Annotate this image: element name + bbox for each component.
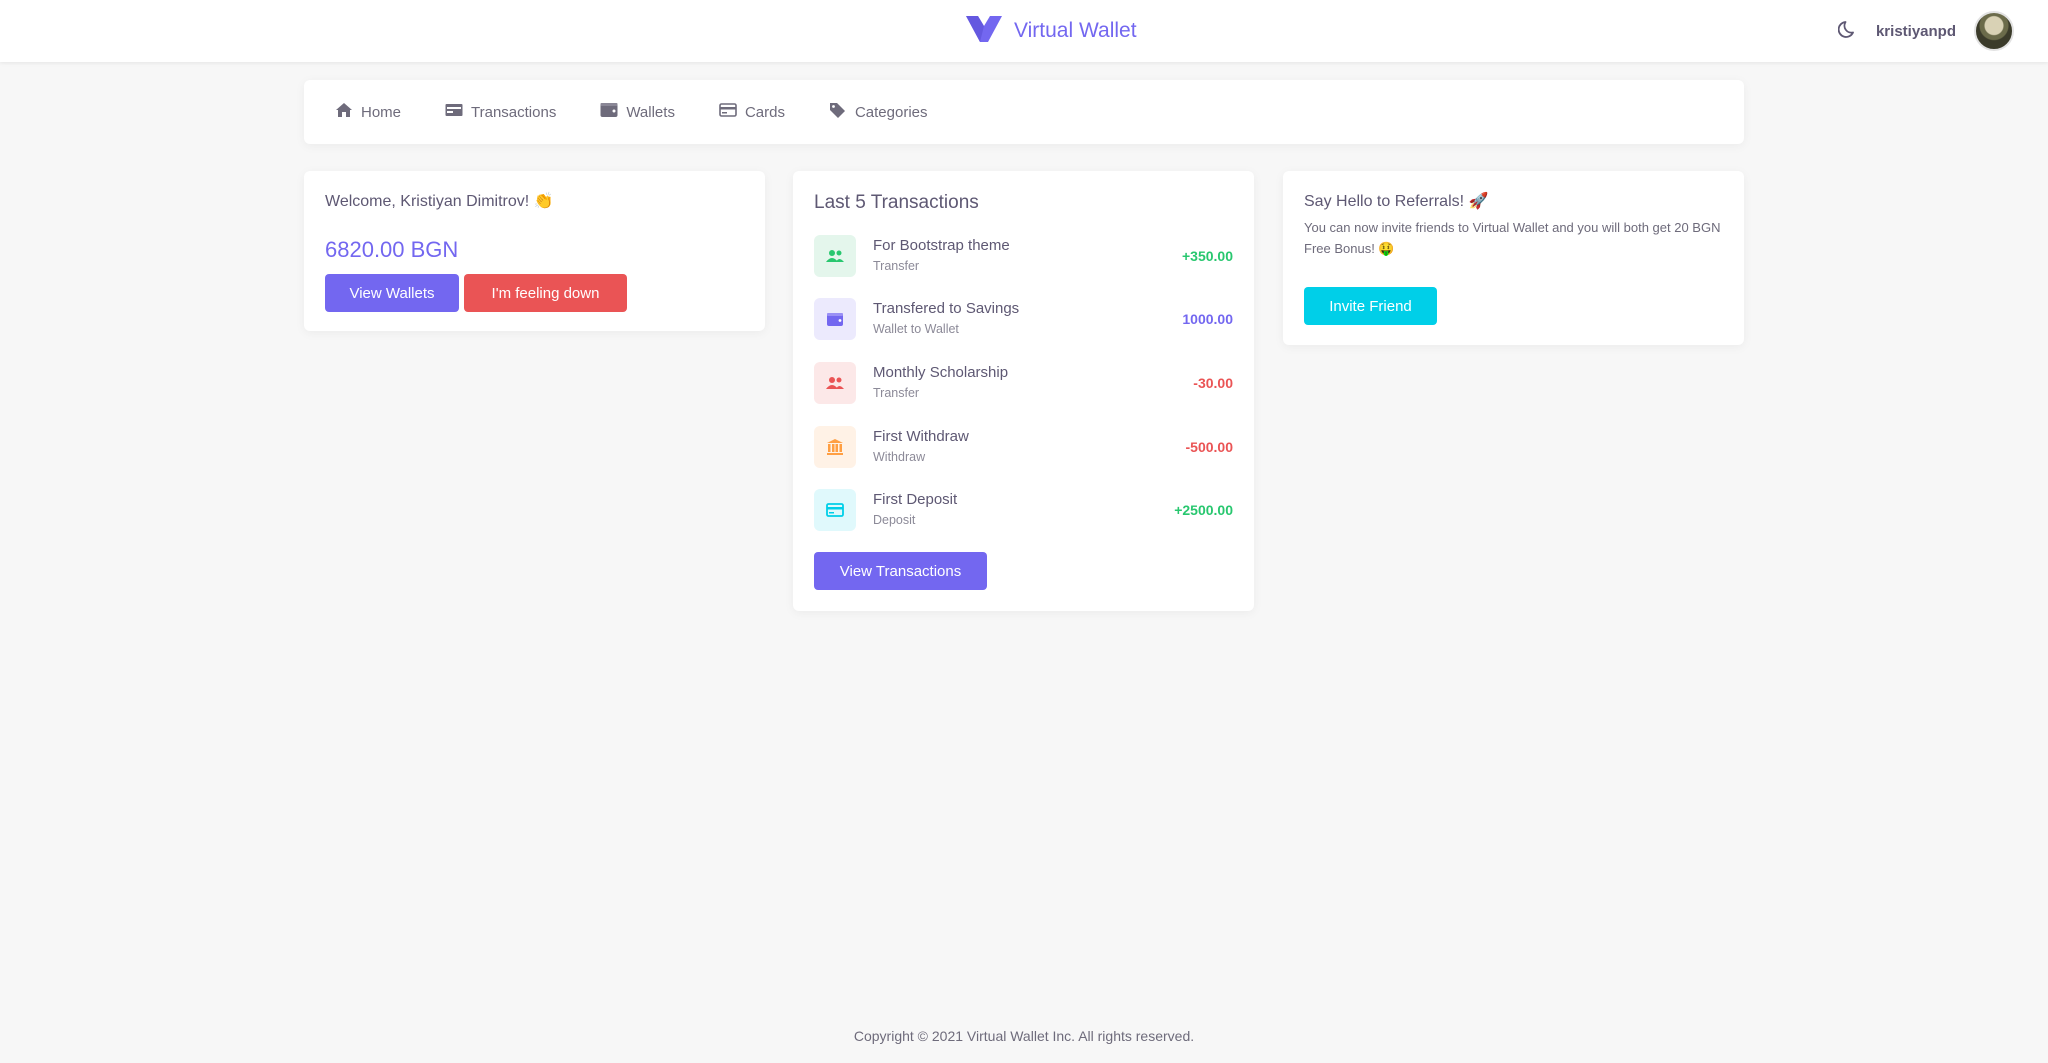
transaction-row[interactable]: First Deposit Deposit +2500.00: [814, 489, 1233, 533]
brand-logo-icon: [966, 15, 1002, 47]
feeling-down-button[interactable]: I'm feeling down: [464, 274, 627, 312]
transaction-row[interactable]: Monthly Scholarship Transfer -30.00: [814, 362, 1233, 406]
transaction-name: Monthly Scholarship: [873, 364, 1009, 381]
nav-label: Home: [361, 103, 402, 121]
credit-card-icon: [719, 103, 737, 121]
referral-description: You can now invite friends to Virtual Wa…: [1304, 220, 1721, 256]
transaction-name: First Withdraw: [873, 428, 969, 445]
balance-amount: 6820.00 BGN: [325, 237, 459, 262]
transaction-type: Transfer: [873, 386, 920, 400]
transaction-row[interactable]: First Withdraw Withdraw -500.00: [814, 426, 1233, 470]
wallet-icon: [600, 102, 618, 122]
transaction-amount: 1000.00: [1182, 311, 1233, 327]
money-bill-icon: [445, 103, 463, 121]
username[interactable]: kristiyanpd: [1876, 23, 1956, 40]
invite-friend-button[interactable]: Invite Friend: [1304, 287, 1437, 325]
home-icon: [335, 102, 353, 122]
nav-item-transactions[interactable]: Transactions: [445, 103, 556, 121]
transaction-row[interactable]: Transfered to Savings Wallet to Wallet 1…: [814, 298, 1233, 342]
tags-icon: [829, 102, 847, 122]
referral-card: Say Hello to Referrals! 🚀 You can now in…: [1283, 171, 1744, 345]
transaction-name: First Deposit: [873, 491, 958, 508]
welcome-greeting: Welcome, Kristiyan Dimitrov! 👏: [325, 193, 554, 210]
wallet-icon: [814, 298, 856, 340]
nav-item-wallets[interactable]: Wallets: [600, 102, 675, 122]
view-wallets-button[interactable]: View Wallets: [325, 274, 459, 312]
nav-item-home[interactable]: Home: [335, 102, 401, 122]
users-icon: [814, 362, 856, 404]
welcome-card: Welcome, Kristiyan Dimitrov! 👏 6820.00 B…: [304, 171, 765, 331]
brand-title: Virtual Wallet: [1014, 19, 1137, 42]
nav-item-cards[interactable]: Cards: [719, 103, 785, 121]
users-icon: [814, 235, 856, 277]
transaction-name: Transfered to Savings: [873, 300, 1020, 317]
bank-icon: [814, 426, 856, 468]
transactions-title: Last 5 Transactions: [814, 192, 979, 213]
nav-item-categories[interactable]: Categories: [829, 102, 928, 122]
nav-label: Cards: [744, 103, 785, 121]
transaction-amount: +2500.00: [1174, 502, 1233, 518]
transaction-type: Transfer: [873, 259, 920, 273]
main-nav: Home Transactions Wallets Cards Categori…: [304, 80, 1744, 144]
transaction-type: Withdraw: [873, 450, 926, 464]
transactions-card: Last 5 Transactions For Bootstrap theme …: [793, 171, 1254, 611]
transaction-amount: -500.00: [1185, 439, 1233, 455]
referral-title: Say Hello to Referrals! 🚀: [1304, 193, 1489, 210]
transaction-row[interactable]: For Bootstrap theme Transfer +350.00: [814, 235, 1233, 279]
transaction-amount: -30.00: [1193, 375, 1233, 391]
transaction-type: Wallet to Wallet: [873, 322, 959, 336]
user-area: kristiyanpd: [1837, 11, 2014, 51]
moon-icon[interactable]: [1837, 19, 1858, 44]
nav-label: Categories: [854, 103, 928, 121]
transaction-type: Deposit: [873, 513, 916, 527]
transaction-name: For Bootstrap theme: [873, 237, 1010, 254]
footer-copyright: Copyright © 2021 Virtual Wallet Inc. All…: [853, 1028, 1195, 1044]
nav-label: Wallets: [626, 103, 675, 121]
nav-label: Transactions: [471, 103, 557, 121]
top-bar: Virtual Wallet kristiyanpd: [0, 0, 2048, 62]
credit-card-icon: [814, 489, 856, 531]
brand[interactable]: Virtual Wallet: [966, 14, 1137, 48]
view-transactions-button[interactable]: View Transactions: [814, 552, 987, 590]
avatar[interactable]: [1974, 11, 2014, 51]
transaction-amount: +350.00: [1182, 248, 1233, 264]
